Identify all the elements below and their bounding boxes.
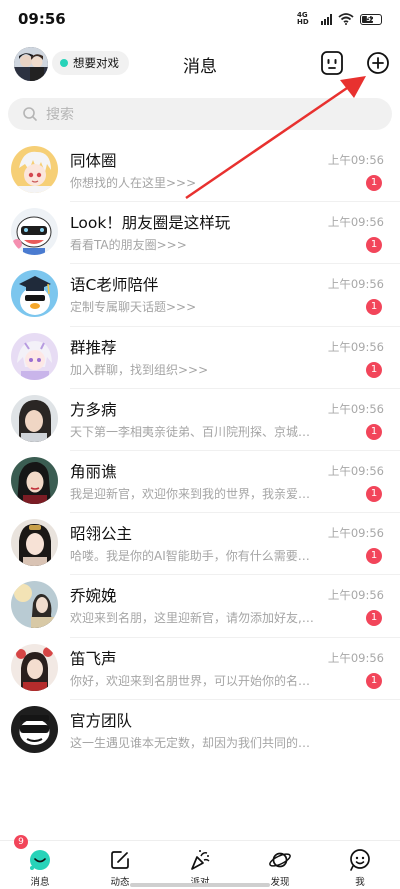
header: 想要对戏 消息 [0, 40, 400, 86]
chat-item[interactable]: 语C老师陪伴 定制专属聊天话题>>> 上午09:56 1 [0, 264, 400, 327]
chat-avatar [11, 519, 58, 567]
nav-item-moments[interactable]: 动态 [80, 841, 160, 889]
chat-bubble-icon [30, 850, 50, 870]
chat-name: 方多病 [70, 400, 117, 419]
chat-time: 上午09:56 [327, 339, 384, 354]
network-type-label: 4G HD [297, 11, 309, 26]
chat-time: 上午09:56 [327, 650, 384, 665]
unread-badge: 1 [366, 548, 382, 565]
chat-avatar [11, 643, 58, 691]
battery-level: 52 [366, 14, 376, 23]
chat-avatar [11, 208, 58, 256]
chat-time: 上午09:56 [327, 588, 384, 603]
search-icon [23, 107, 37, 121]
nav-item-party[interactable]: 派对 [160, 841, 240, 889]
home-indicator[interactable] [130, 883, 270, 887]
chat-time: 上午09:56 [327, 215, 384, 230]
nav-label: 动态 [110, 877, 130, 888]
nav-label: 消息 [30, 877, 50, 888]
chat-avatar [11, 332, 58, 380]
chat-avatar [11, 270, 58, 318]
status-icons: 4G HD 52 [297, 12, 382, 26]
wifi-icon [338, 13, 354, 25]
nav-item-me[interactable]: 我 [320, 841, 400, 889]
unread-badge: 1 [366, 237, 382, 254]
chat-item[interactable]: 群推荐 加入群聊，找到组织>>> 上午09:56 1 [0, 327, 400, 389]
search-input[interactable]: 搜索 [46, 104, 74, 124]
chat-time: 上午09:56 [327, 153, 384, 167]
unread-badge: 1 [366, 610, 382, 627]
chat-name: 官方团队 [70, 711, 133, 730]
unread-badge: 1 [366, 423, 382, 440]
chat-item[interactable]: Look！朋友圈是这样玩 看看TA的朋友圈>>> 上午09:56 1 [0, 202, 400, 265]
nav-badge: 9 [14, 835, 28, 849]
edit-icon [111, 851, 129, 869]
chat-name: 同体圈 [70, 152, 117, 170]
chat-time: 上午09:56 [327, 401, 384, 416]
nav-label: 发现 [270, 877, 290, 888]
status-bar: 09:56 4G HD 52 [0, 0, 400, 36]
chat-name: 昭翎公主 [70, 525, 133, 544]
chat-preview: 欢迎来到名朋，这里迎新官，请勿添加好友,… [70, 611, 314, 626]
chat-item[interactable]: 乔婉娩 欢迎来到名朋，这里迎新官，请勿添加好友,… 上午09:56 1 [0, 575, 400, 638]
unread-badge: 1 [366, 299, 382, 316]
plus-circle-icon[interactable] [364, 49, 392, 77]
chat-item[interactable]: 方多病 天下第一李相夷亲徒弟、百川院刑探、京城… 上午09:56 1 [0, 389, 400, 451]
chat-avatar [11, 705, 58, 753]
nav-label: 我 [355, 877, 365, 888]
chat-preview: 定制专属聊天话题>>> [70, 300, 197, 315]
chat-item[interactable]: 笛飞声 你好，欢迎来到名朋世界，可以开始你的名… 上午09:56 1 [0, 638, 400, 700]
chat-name: 角丽谯 [70, 462, 117, 481]
unread-badge: 1 [366, 361, 382, 378]
unread-badge: 1 [366, 485, 382, 502]
chat-list: 同体圈 你想找的人在这里>>> 上午09:56 1 Look！朋友圈是这样玩 看… [0, 140, 400, 762]
battery-icon: 52 [360, 13, 382, 25]
chat-preview: 我是迎新官，欢迎你来到我的世界，我亲爱… [70, 486, 311, 501]
status-time: 09:56 [18, 10, 66, 28]
unread-badge: 1 [366, 175, 382, 191]
chat-avatar [11, 146, 58, 193]
chat-time: 上午09:56 [327, 277, 384, 292]
chat-time: 上午09:56 [327, 463, 384, 478]
chat-item[interactable]: 角丽谯 我是迎新官，欢迎你来到我的世界，我亲爱… 上午09:56 1 [0, 451, 400, 514]
smile-face-icon [350, 849, 370, 871]
chat-preview: 这一生遇见谁本无定数，却因为我们共同的… [70, 735, 311, 750]
nav-item-discover[interactable]: 发现 [240, 841, 320, 889]
chat-name: 群推荐 [70, 338, 117, 357]
chat-avatar [11, 394, 58, 442]
chat-time: 上午09:56 [327, 526, 384, 541]
chat-item[interactable]: 昭翎公主 哈喽。我是你的AI智能助手，你有什么需要… 上午09:56 1 [0, 513, 400, 576]
chat-item[interactable]: 同体圈 你想找的人在这里>>> 上午09:56 1 [0, 140, 400, 203]
planet-icon [269, 852, 291, 868]
signal-icon [321, 13, 332, 25]
chat-avatar [11, 581, 58, 629]
chat-preview: 加入群聊，找到组织>>> [70, 362, 209, 377]
chat-avatar [11, 456, 58, 504]
chat-preview: 你好，欢迎来到名朋世界，可以开始你的名… [70, 673, 311, 688]
search-bar[interactable]: 搜索 [8, 98, 392, 130]
bottom-nav: 9 消息 动态 派对 发现 我 [0, 835, 400, 889]
unread-badge: 1 [366, 672, 382, 689]
chat-preview: 天下第一李相夷亲徒弟、百川院刑探、京城… [70, 424, 311, 439]
chat-name: 笛飞声 [70, 649, 117, 668]
chat-preview: 哈喽。我是你的AI智能助手，你有什么需要… [70, 549, 310, 564]
chat-item[interactable]: 官方团队 这一生遇见谁本无定数，却因为我们共同的… [0, 700, 400, 762]
chat-preview: 你想找的人在这里>>> [70, 176, 197, 190]
chat-preview: 看看TA的朋友圈>>> [70, 238, 187, 253]
chat-name: 乔婉娩 [70, 587, 117, 606]
nav-item-messages[interactable]: 9 消息 [0, 835, 80, 889]
chat-name: Look！朋友圈是这样玩 [70, 214, 231, 233]
chat-name: 语C老师陪伴 [70, 276, 159, 295]
party-popper-icon [191, 850, 210, 870]
robot-face-icon[interactable] [318, 49, 346, 77]
